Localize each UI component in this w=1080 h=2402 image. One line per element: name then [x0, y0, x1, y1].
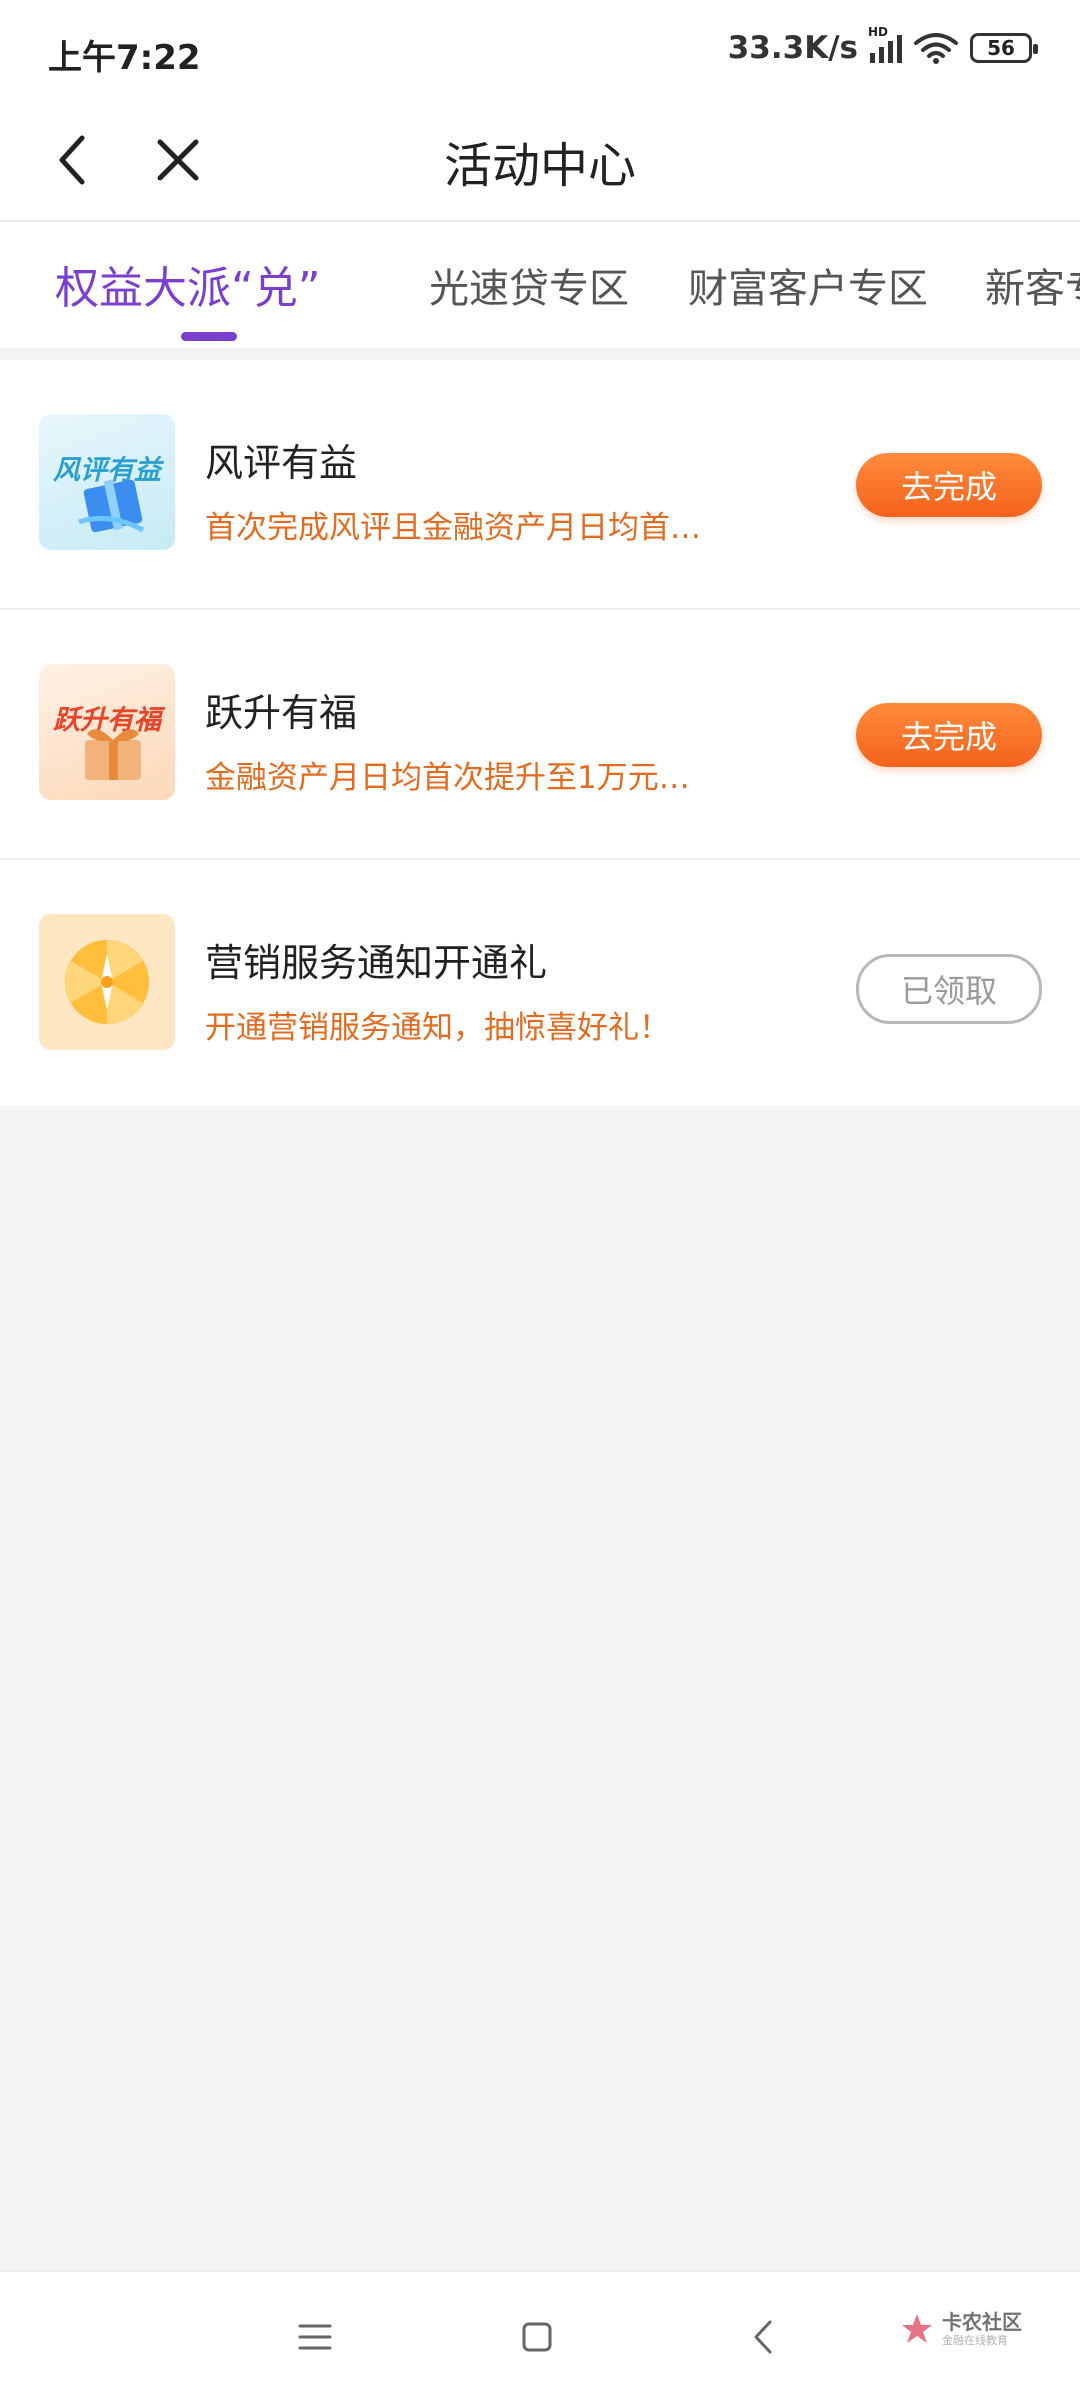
battery-icon: 56 — [970, 33, 1038, 63]
lucky-wheel-icon — [65, 940, 149, 1024]
complete-button[interactable]: 去完成 — [856, 703, 1042, 767]
home-square-icon[interactable] — [512, 2312, 562, 2362]
status-time: 上午7:22 — [48, 38, 201, 78]
tab-express-loan[interactable]: 光速贷专区 — [429, 256, 629, 314]
activity-list: 风评有益 风评有益 首次完成风评且金融资产月日均首… 去完成 跃升有福 跃升有福… — [0, 360, 1080, 1106]
watermark: 卡农社区 金融在线教育 — [900, 2312, 1022, 2346]
tab-wealth-client[interactable]: 财富客户专区 — [688, 256, 928, 314]
watermark-sub: 金融在线教育 — [942, 2334, 1008, 2347]
tab-new-client[interactable]: 新客专区 — [985, 256, 1080, 314]
watermark-main: 卡农社区 — [942, 2310, 1022, 2334]
tab-bar: 权益大派“兑” 光速贷专区 财富客户专区 新客专区 — [0, 222, 1080, 348]
list-item[interactable]: 跃升有福 跃升有福 金融资产月日均首次提升至1万元… 去完成 — [0, 610, 1080, 860]
network-speed: 33.3K/s — [727, 30, 858, 66]
activity-title: 风评有益 — [205, 441, 358, 485]
watermark-logo-icon — [902, 2314, 932, 2343]
activity-description: 金融资产月日均首次提升至1万元… — [205, 760, 690, 796]
menu-icon[interactable] — [290, 2312, 340, 2362]
page-title: 活动中心 — [443, 138, 636, 194]
wifi-icon — [914, 33, 958, 64]
back-triangle-icon[interactable] — [740, 2312, 790, 2362]
activity-title: 营销服务通知开通礼 — [205, 941, 548, 985]
app-header: 活动中心 — [0, 100, 1080, 222]
gift-thumbnail: 风评有益 — [39, 414, 175, 550]
complete-button[interactable]: 去完成 — [856, 453, 1042, 517]
watermark-text: 卡农社区 金融在线教育 — [942, 2312, 1022, 2346]
list-item[interactable]: 风评有益 风评有益 首次完成风评且金融资产月日均首… 去完成 — [0, 360, 1080, 610]
signal-icon: HD — [868, 25, 902, 63]
tab-rights[interactable]: 权益大派“兑” — [55, 252, 321, 316]
lucky-wheel-thumbnail — [39, 914, 175, 1050]
status-icons: 33.3K/s HD 56 — [727, 25, 1038, 66]
list-item[interactable]: 营销服务通知开通礼 开通营销服务通知，抽惊喜好礼！ 已领取 — [0, 860, 1080, 1106]
hd-label: HD — [868, 25, 889, 39]
gift-box-icon — [78, 479, 145, 533]
battery-level: 56 — [987, 36, 1015, 60]
status-bar: 上午7:22 33.3K/s HD 56 — [0, 0, 1080, 100]
gift-thumbnail: 跃升有福 — [39, 664, 175, 800]
gift-box-icon — [85, 729, 141, 780]
claimed-button[interactable]: 已领取 — [856, 954, 1042, 1024]
activity-description: 开通营销服务通知，抽惊喜好礼！ — [205, 1010, 670, 1046]
system-nav-bar: 卡农社区 金融在线教育 — [0, 2270, 1080, 2402]
active-tab-indicator — [181, 332, 237, 341]
activity-description: 首次完成风评且金融资产月日均首… — [205, 510, 701, 546]
activity-title: 跃升有福 — [205, 691, 358, 735]
